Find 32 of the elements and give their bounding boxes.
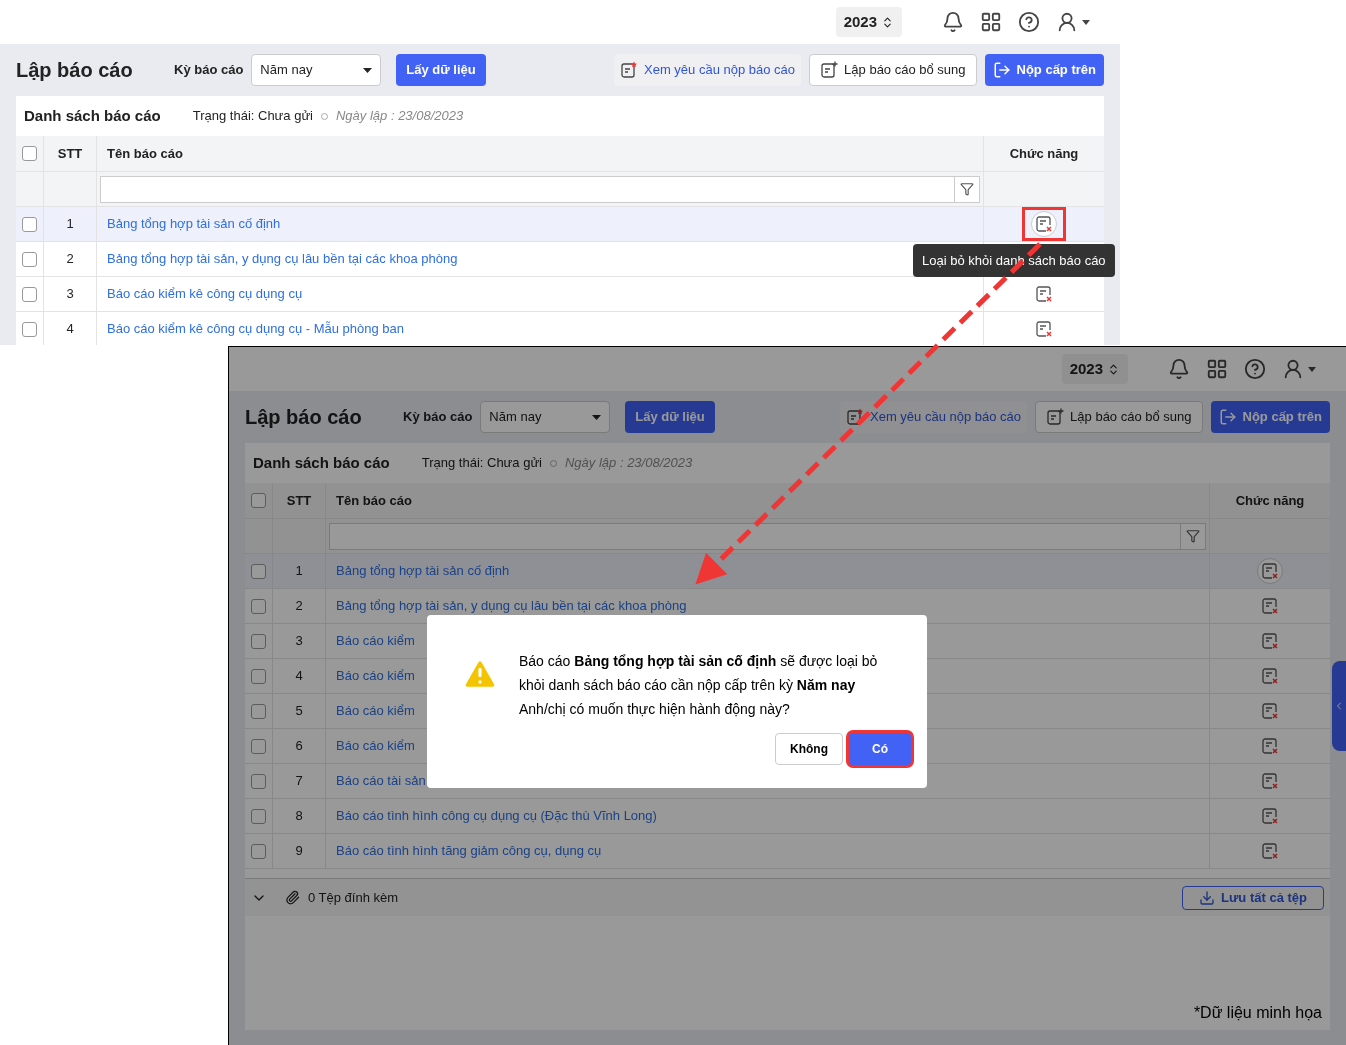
row-number: 3 bbox=[66, 285, 74, 304]
date-text: Ngày lập : 23/08/2023 bbox=[565, 454, 693, 473]
row-number: 5 bbox=[295, 702, 303, 721]
row-number: 8 bbox=[295, 807, 303, 826]
row-number: 1 bbox=[295, 562, 303, 581]
period-label: Kỳ báo cáo bbox=[403, 408, 473, 427]
column-header: Chức năng bbox=[1009, 144, 1079, 163]
period-label: Kỳ báo cáo bbox=[174, 61, 244, 80]
row-number: 9 bbox=[295, 842, 303, 861]
row-number: 2 bbox=[66, 250, 74, 269]
panel-title: Danh sách báo cáo bbox=[24, 105, 161, 126]
column-header: Chức năng bbox=[1235, 491, 1305, 510]
page-title: Lập báo cáo bbox=[245, 405, 363, 430]
row-number: 6 bbox=[295, 737, 303, 756]
row-number: 3 bbox=[295, 632, 303, 651]
column-header: STT bbox=[57, 144, 83, 163]
row-number: 1 bbox=[66, 215, 74, 234]
page-title: Lập báo cáo bbox=[16, 58, 134, 83]
note-text: *Dữ liệu minh họa bbox=[1193, 1003, 1322, 1023]
row-number: 4 bbox=[295, 667, 303, 686]
panel-title: Danh sách báo cáo bbox=[253, 452, 390, 473]
column-header: Tên báo cáo bbox=[107, 144, 183, 163]
row-number: 2 bbox=[295, 597, 303, 616]
column-header: STT bbox=[286, 491, 312, 510]
date-text: Ngày lập : 23/08/2023 bbox=[336, 107, 464, 126]
row-number: 4 bbox=[66, 320, 74, 339]
status-text: Trạng thái: Chưa gửi bbox=[421, 454, 542, 473]
row-number: 7 bbox=[295, 772, 303, 791]
column-header: Tên báo cáo bbox=[336, 491, 412, 510]
dialog-question: Anh/chị có muốn thực hiện hành động này? bbox=[519, 700, 791, 719]
attachments-count: 0 Tệp đính kèm bbox=[308, 888, 399, 907]
status-text: Trạng thái: Chưa gửi bbox=[192, 107, 313, 126]
